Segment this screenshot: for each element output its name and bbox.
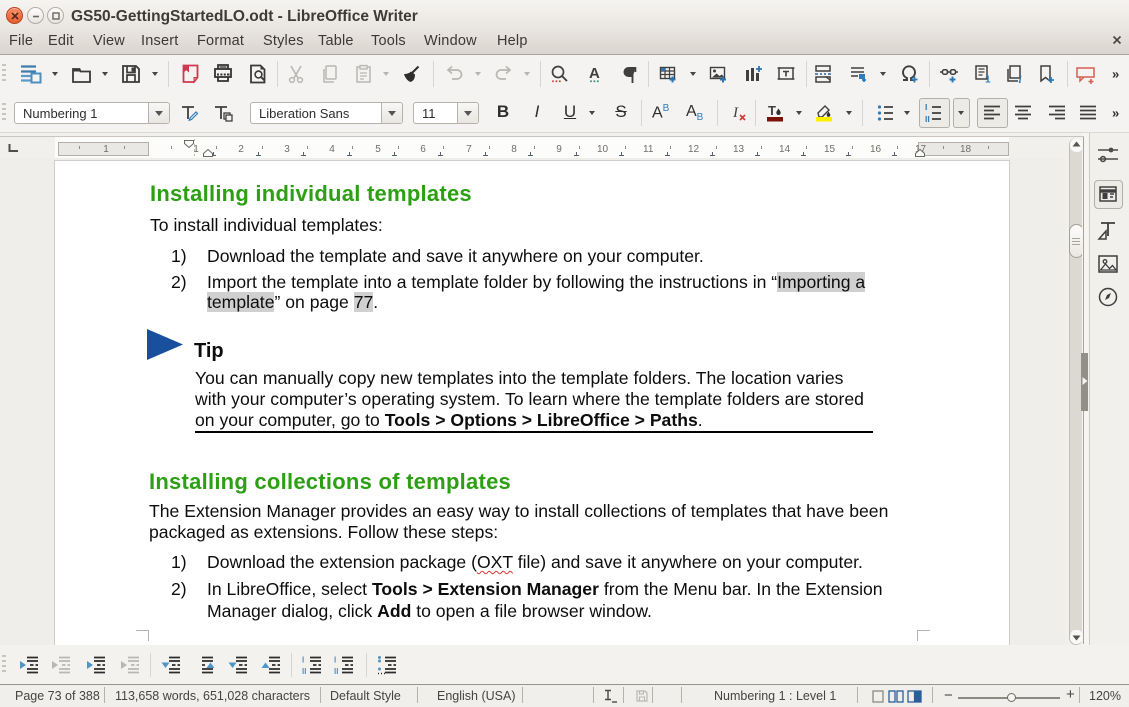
svg-text:II: II (925, 114, 930, 124)
svg-text:II: II (334, 667, 338, 675)
svg-text:I: I (732, 105, 739, 121)
svg-text:I: I (302, 656, 304, 665)
svg-text:1: 1 (985, 75, 991, 86)
svg-text:II: II (302, 667, 306, 675)
svg-text:»: » (1112, 106, 1119, 121)
svg-text:T: T (768, 103, 776, 118)
svg-text:I: I (925, 102, 927, 112)
svg-text:A: A (589, 65, 600, 82)
svg-text:»: » (1112, 67, 1119, 82)
svg-text:I: I (334, 656, 336, 665)
svg-text:i: i (1019, 74, 1023, 85)
